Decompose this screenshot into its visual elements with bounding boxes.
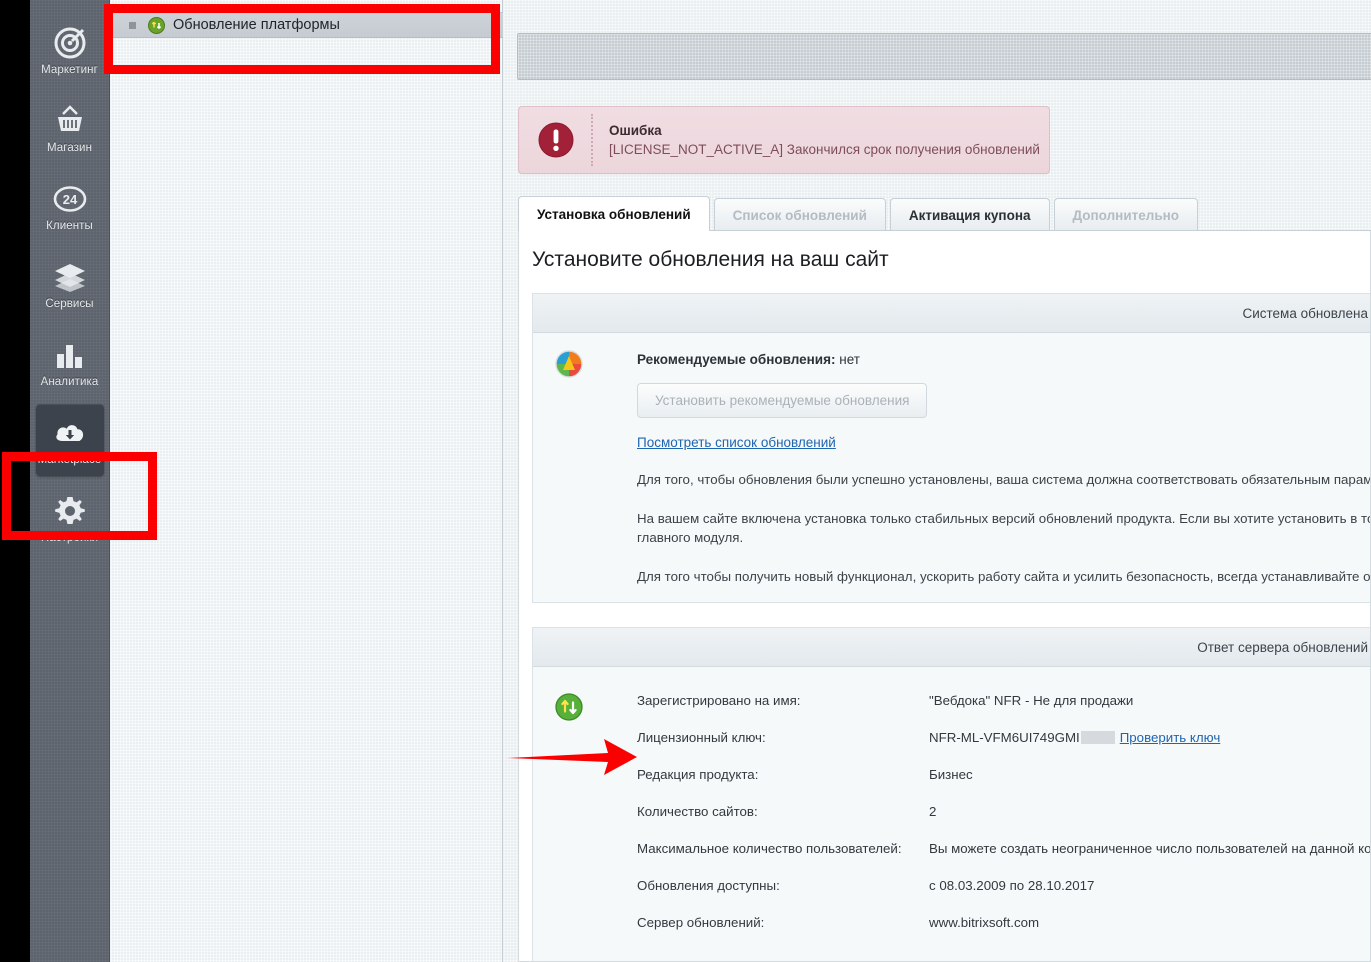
sidebar-item-analytics[interactable]: Аналитика	[36, 326, 104, 398]
table-row: Количество сайтов: 2	[637, 804, 1370, 819]
table-row: Обновления доступны: с 08.03.2009 по 28.…	[637, 878, 1370, 893]
table-row: Сервер обновлений: www.bitrixsoft.com	[637, 915, 1370, 930]
recommended-updates-line: Рекомендуемые обновления: нет	[637, 351, 1370, 369]
bar-chart-icon	[36, 338, 104, 372]
row-label: Зарегистрировано на имя:	[637, 693, 801, 708]
row-value: 2	[929, 804, 937, 819]
update-paragraph-1-text: Для того, чтобы обновления были успешно …	[637, 472, 1371, 487]
row-label: Лицензионный ключ:	[637, 730, 766, 745]
license-key-redacted-block	[1080, 731, 1115, 744]
sidebar-item-marketplace[interactable]: Marketplace	[35, 404, 104, 476]
error-divider	[591, 114, 593, 166]
page-title: Установите обновления на ваш сайт	[532, 248, 889, 271]
table-row: Максимальное количество пользователей: В…	[637, 841, 1371, 856]
row-value: с 08.03.2009 по 28.10.2017	[929, 878, 1095, 893]
sidebar-item-marketing[interactable]: Маркетинг	[36, 14, 104, 86]
update-paragraph-3-text: Для того чтобы получить новый функционал…	[637, 569, 1371, 584]
sidebar-item-label: Магазин	[46, 142, 93, 154]
sidebar-item-clients[interactable]: 24 Клиенты	[36, 170, 104, 242]
table-row: Зарегистрировано на имя: "Вебдока" NFR -…	[637, 693, 1370, 708]
row-value: Бизнес	[929, 767, 973, 782]
update-paragraph-3: Для того чтобы получить новый функционал…	[637, 567, 1371, 586]
row-label: Сервер обновлений:	[637, 915, 765, 930]
row-value: NFR-ML-VFM6UI749GMI Проверить ключ	[929, 730, 1220, 745]
green-updown-arrows-icon	[555, 693, 583, 721]
update-status-panel: Система обновлена Рекомендуемые обновлен…	[532, 293, 1371, 606]
sidebar-item-services[interactable]: Сервисы	[36, 248, 104, 320]
install-recommended-updates-button[interactable]: Установить рекомендуемые обновления	[637, 383, 928, 418]
tab-coupon-activation[interactable]: Активация купона	[889, 198, 1050, 231]
row-value: Вы можете создать неограниченное число п…	[929, 841, 1371, 856]
update-paragraph-2-text: На вашем сайте включена установка только…	[637, 511, 1370, 545]
sidebar-item-shop[interactable]: Магазин	[36, 92, 104, 164]
tree-item-label: Обновление платформы	[173, 17, 340, 33]
content-card: Установите обновления на ваш сайт Систем…	[518, 231, 1371, 962]
recommended-updates-label: Рекомендуемые обновления:	[637, 352, 836, 367]
sidebar-item-label: Marketplace	[37, 454, 102, 466]
row-value: www.bitrixsoft.com	[929, 915, 1040, 930]
tree-bullet-icon	[129, 21, 136, 29]
server-panel-body: Зарегистрировано на имя: "Вебдока" NFR -…	[533, 667, 1371, 961]
gear-icon	[36, 494, 104, 528]
view-updates-list-link[interactable]: Посмотреть список обновлений	[637, 435, 1370, 450]
server-panel-header: Ответ сервера обновлений	[533, 628, 1370, 667]
tab-bar: Установка обновлений Список обновлений А…	[518, 196, 1371, 231]
row-label: Максимальное количество пользователей:	[637, 841, 902, 856]
tree-item-platform-update[interactable]: Обновление платформы	[111, 12, 503, 38]
sidebar-item-settings[interactable]: Настройки	[36, 482, 104, 554]
tab-additional[interactable]: Дополнительно	[1053, 198, 1199, 231]
row-label: Редакция продукта:	[637, 767, 759, 782]
error-title: Ошибка	[609, 122, 662, 138]
row-value: "Вебдока" NFR - Не для продажи	[929, 693, 1134, 708]
license-key-value: NFR-ML-VFM6UI749GMI	[929, 730, 1080, 745]
error-message: [LICENSE_NOT_ACTIVE_A] Закончился срок п…	[609, 141, 1040, 157]
sidebar-item-label: Сервисы	[45, 298, 94, 310]
sidebar-item-label: Аналитика	[40, 376, 99, 388]
top-toolbar-placeholder	[517, 33, 1371, 80]
main-content: Ошибка [LICENSE_NOT_ACTIVE_A] Закончился…	[504, 0, 1371, 962]
cloud-download-icon	[36, 416, 104, 450]
error-text-block: Ошибка [LICENSE_NOT_ACTIVE_A] Закончился…	[609, 121, 1040, 160]
recommended-updates-value: нет	[839, 352, 860, 367]
app-root: Маркетинг Магазин 24 Клиенты Сервисы Ана…	[0, 0, 1371, 962]
row-label: Обновления доступны:	[637, 878, 780, 893]
target-icon	[36, 26, 104, 60]
tree-panel: Обновление платформы	[111, 0, 503, 962]
update-paragraph-1: Для того, чтобы обновления были успешно …	[637, 470, 1371, 489]
green-update-icon	[148, 16, 165, 34]
tab-updates-list[interactable]: Список обновлений	[713, 198, 886, 231]
error-message-box: Ошибка [LICENSE_NOT_ACTIVE_A] Закончился…	[518, 106, 1050, 174]
row-label: Количество сайтов:	[637, 804, 758, 819]
svg-text:24: 24	[62, 192, 77, 207]
sidebar-item-label: Настройки	[40, 532, 99, 544]
bitrix-update-colored-icon	[555, 350, 583, 378]
table-row: Лицензионный ключ: NFR-ML-VFM6UI749GMI Пр…	[637, 730, 1370, 745]
update-panel-body: Рекомендуемые обновления: нет Установить…	[533, 333, 1371, 606]
error-exclamation-icon	[536, 120, 576, 160]
basket-icon	[36, 104, 104, 138]
check-key-link[interactable]: Проверить ключ	[1120, 730, 1221, 745]
tab-install-updates[interactable]: Установка обновлений	[518, 196, 710, 231]
sidebar-item-label: Клиенты	[46, 220, 93, 232]
sidebar: Маркетинг Магазин 24 Клиенты Сервисы Ана…	[30, 0, 110, 962]
update-paragraph-2: На вашем сайте включена установка только…	[637, 509, 1370, 547]
left-gutter	[0, 0, 30, 962]
table-row: Редакция продукта: Бизнес	[637, 767, 1370, 782]
clients-24-icon: 24	[36, 182, 104, 216]
sidebar-item-label: Маркетинг	[41, 64, 98, 76]
update-panel-header: Система обновлена	[533, 294, 1370, 333]
layers-icon	[36, 260, 104, 294]
server-response-panel: Ответ сервера обновлений Зарегистрирован…	[532, 627, 1371, 961]
